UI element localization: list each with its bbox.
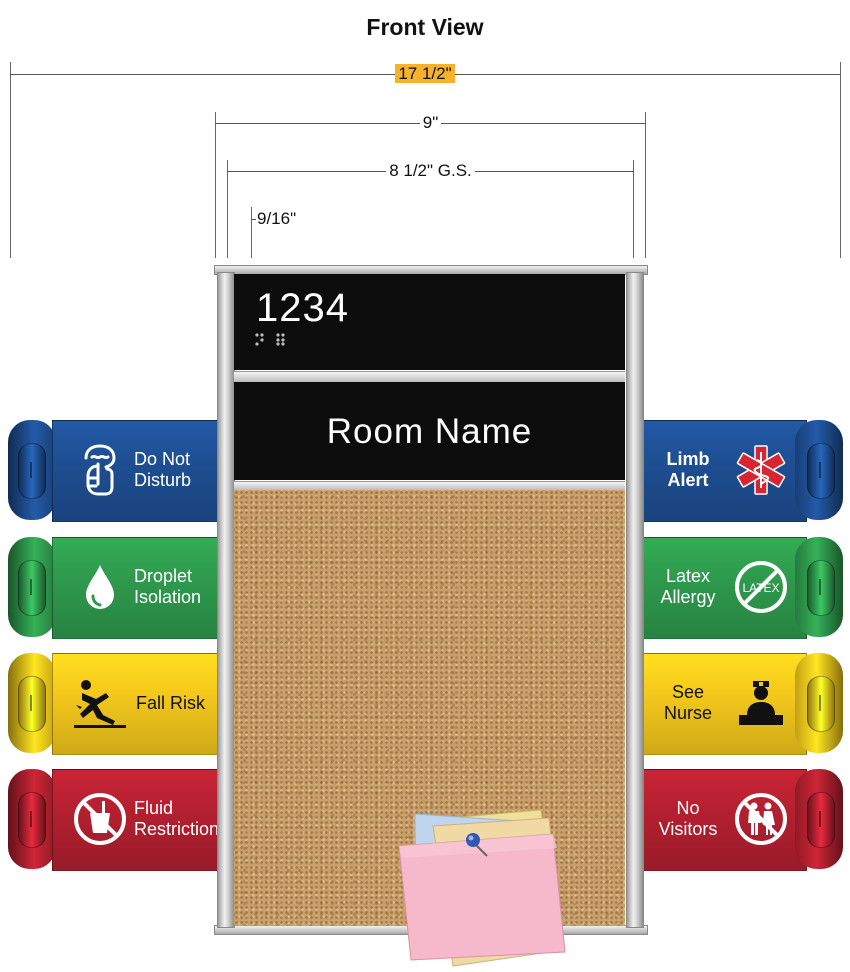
flag-label-line: Limb	[666, 449, 710, 469]
nurse-icon	[733, 675, 789, 731]
no-drink-icon	[72, 791, 128, 847]
flag-knob	[18, 676, 46, 732]
flag-left-3: Fluid Restriction	[8, 769, 219, 871]
flag-label-line: Fall Risk	[136, 692, 206, 713]
flag-right-3: No Visitors	[643, 769, 843, 871]
flag-grip	[819, 811, 821, 827]
flag-label: No Visitors	[649, 769, 727, 869]
flag-label: Limb Alert	[649, 420, 727, 520]
flag-grip	[30, 811, 32, 827]
dimension-graphic-space-label: 8 1/2" G.S.	[386, 161, 475, 180]
flag-knob	[18, 443, 46, 499]
room-number-panel: 1234	[234, 274, 625, 370]
dimension-label-wrap: 17 1/2"	[0, 64, 850, 84]
flag-label-line: Droplet	[134, 566, 193, 586]
flag-knob	[807, 792, 835, 848]
dimension-label-wrap: 9"	[215, 113, 646, 133]
flag-label: Latex Allergy	[649, 537, 727, 637]
flag-grip	[30, 579, 32, 595]
sticky-notes-illustration	[398, 809, 566, 967]
slipping-person-icon	[72, 675, 128, 731]
flag-grip	[819, 579, 821, 595]
flag-grip	[819, 695, 821, 711]
dimension-overall-label: 17 1/2"	[395, 64, 455, 83]
dimension-inset-label: 9/16"	[256, 209, 300, 228]
flag-label-line: Visitors	[658, 819, 718, 839]
no-latex-icon: LATEX	[733, 559, 789, 615]
no-visitors-icon	[733, 791, 789, 847]
dimension-tick	[251, 207, 252, 258]
dimension-tick-left	[215, 112, 216, 258]
droplet-icon	[72, 559, 128, 615]
flag-label-line: No	[676, 798, 700, 818]
flag-label-line: Restriction	[134, 819, 220, 839]
page-title: Front View	[366, 14, 484, 40]
flag-label-line: Fluid	[134, 798, 174, 818]
flag-knob	[807, 443, 835, 499]
flag-label-line: Isolation	[134, 587, 202, 607]
flag-label: Do Not Disturb	[134, 420, 191, 520]
flag-right-1: LATEXLatexAllergy	[643, 537, 843, 639]
dimension-tick-left	[10, 62, 11, 258]
braille-dots-icon	[255, 333, 285, 346]
flag-knob	[18, 792, 46, 848]
dimension-sign-width-label: 9"	[419, 113, 442, 132]
flag-label: Fluid Restriction	[134, 769, 219, 869]
flag-label-line: Disturb	[134, 470, 192, 490]
flag-label: Fall Risk	[136, 653, 205, 753]
flag-left-0: Do Not Disturb	[8, 420, 218, 522]
flag-grip	[30, 695, 32, 711]
flag-label-line: Latex	[665, 566, 711, 586]
flag-left-2: Fall Risk	[8, 653, 218, 755]
dimension-tick-right	[840, 62, 841, 258]
dimension-label-wrap: 9/16"	[256, 209, 300, 229]
room-name: Room Name	[326, 412, 533, 451]
flag-label-line: See	[671, 682, 705, 702]
flag-grip	[30, 462, 32, 478]
flag-knob	[18, 560, 46, 616]
flag-left-1: Droplet Isolation	[8, 537, 218, 639]
flag-label-line: Do Not	[134, 449, 191, 469]
flag-label: Droplet Isolation	[134, 537, 201, 637]
flag-knob	[807, 560, 835, 616]
flag-right-0: Limb Alert	[643, 420, 843, 522]
dimension-tick-right	[645, 112, 646, 258]
left-rail	[217, 272, 235, 928]
flag-grip	[819, 462, 821, 478]
flag-label-line: Alert	[667, 470, 709, 490]
flag-knob	[807, 676, 835, 732]
flag-label-line: Nurse	[663, 703, 712, 723]
star-of-life-icon	[733, 442, 789, 498]
room-number: 1234	[256, 286, 349, 330]
right-rail	[626, 272, 644, 928]
flag-label: See Nurse	[649, 653, 727, 753]
flag-label-line: Allergy	[660, 587, 716, 607]
room-name-panel: Room Name	[234, 382, 625, 480]
hand-shush-icon	[72, 442, 128, 498]
dimension-label-wrap: 8 1/2" G.S.	[227, 161, 634, 181]
flag-right-2: See Nurse	[643, 653, 843, 755]
